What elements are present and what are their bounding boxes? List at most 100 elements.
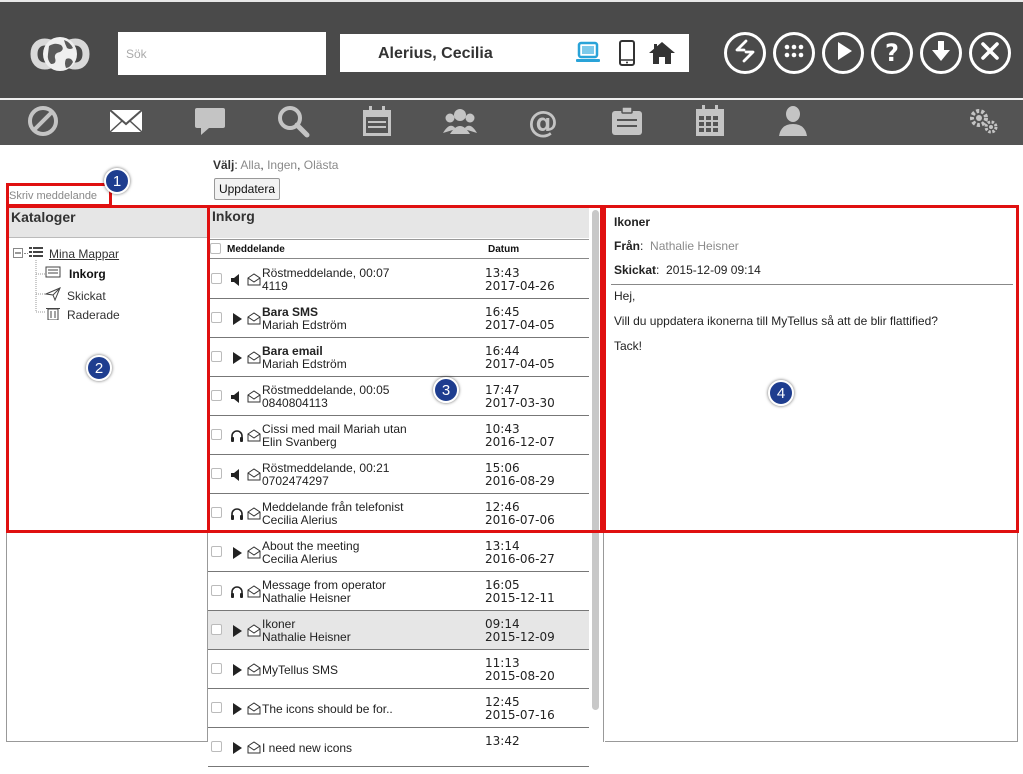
tree-root-label[interactable]: Mina Mappar — [49, 247, 119, 261]
block-button[interactable] — [25, 105, 61, 140]
desktop-icon[interactable] — [575, 40, 603, 66]
row-time: 16:05 — [485, 578, 520, 592]
close-button[interactable] — [969, 32, 1011, 74]
folder-sent[interactable]: Skickat — [44, 287, 106, 304]
help-button[interactable]: ? — [871, 32, 913, 74]
row-sender: 0840804113 — [262, 396, 328, 410]
download-button[interactable] — [920, 32, 962, 74]
row-time: 12:45 — [485, 695, 520, 709]
folder-inbox[interactable]: Inkorg — [45, 266, 106, 281]
settings-button[interactable] — [966, 106, 1002, 140]
calendar-button[interactable] — [359, 105, 395, 140]
row-checkbox[interactable] — [211, 624, 222, 635]
play-icon[interactable] — [230, 546, 244, 560]
headset-icon[interactable] — [230, 507, 244, 521]
row-time: 17:47 — [485, 383, 520, 397]
compose-message-link[interactable]: Skriv meddelande — [9, 190, 97, 202]
speaker-icon[interactable] — [230, 273, 244, 287]
message-row[interactable]: Cissi med mail Mariah utan Elin Svanberg 1… — [208, 416, 589, 455]
row-checkbox[interactable] — [211, 312, 222, 323]
folder-inbox-label[interactable]: Inkorg — [69, 267, 106, 281]
row-checkbox[interactable] — [211, 468, 222, 479]
column-message[interactable]: Meddelande — [227, 244, 285, 255]
row-date: 2017-04-05 — [485, 318, 555, 332]
inbox-icon — [45, 266, 61, 281]
message-row[interactable]: I need new icons 13:42 — [208, 728, 589, 767]
row-time: 13:43 — [485, 266, 520, 280]
envelope-icon — [247, 546, 261, 559]
clipboard-icon — [610, 105, 644, 142]
speaker-icon[interactable] — [230, 390, 244, 404]
message-row[interactable]: Bara email Mariah Edström 16:44 2017-04-05 — [208, 338, 589, 377]
message-row[interactable]: Meddelande från telefonist Cecilia Aleriu… — [208, 494, 589, 533]
row-checkbox[interactable] — [211, 585, 222, 596]
headset-icon[interactable] — [230, 429, 244, 443]
row-checkbox[interactable] — [211, 702, 222, 713]
annotation-marker-3: 3 — [433, 377, 459, 403]
collapse-icon[interactable] — [13, 247, 23, 261]
folder-sent-label[interactable]: Skickat — [67, 289, 106, 303]
row-checkbox[interactable] — [211, 273, 222, 284]
select-all-checkbox[interactable] — [210, 243, 221, 254]
schedule-button[interactable] — [692, 104, 728, 140]
select-all-link[interactable]: Alla — [240, 158, 260, 172]
row-sender: Mariah Edström — [262, 318, 347, 332]
message-row[interactable]: Röstmeddelande, 00:21 0702474297 15:06 2016… — [208, 455, 589, 494]
row-checkbox[interactable] — [211, 663, 222, 674]
at-button[interactable]: @ — [525, 106, 561, 140]
catalog-title: Kataloger — [7, 206, 207, 238]
message-row[interactable]: Bara SMS Mariah Edström 16:45 2017-04-05 — [208, 299, 589, 338]
mobile-icon[interactable] — [613, 40, 641, 66]
from-value[interactable]: Nathalie Heisner — [650, 239, 739, 253]
clipboard-button[interactable] — [609, 105, 645, 142]
switch-button[interactable] — [724, 32, 766, 74]
group-icon — [442, 106, 478, 141]
select-unread-link[interactable]: Olästa — [304, 158, 339, 172]
row-checkbox[interactable] — [211, 390, 222, 401]
message-row[interactable]: About the meeting Cecilia Alerius 13:14 201… — [208, 533, 589, 572]
column-date[interactable]: Datum — [488, 244, 519, 255]
inbox-pane: Inkorg Meddelande Datum Röstmeddelande, … — [208, 206, 601, 767]
mail-button[interactable] — [108, 106, 144, 140]
apps-button[interactable] — [773, 32, 815, 74]
play-icon[interactable] — [230, 351, 244, 365]
group-button[interactable] — [442, 106, 478, 140]
select-bar: Välj: Alla, Ingen, Olästa — [213, 158, 339, 172]
select-none-link[interactable]: Ingen — [267, 158, 297, 172]
user-button[interactable] — [775, 105, 811, 140]
headset-icon[interactable] — [230, 585, 244, 599]
row-checkbox[interactable] — [211, 546, 222, 557]
search-input[interactable] — [118, 32, 326, 75]
message-row[interactable]: Röstmeddelande, 00:05 0840804113 17:47 2017… — [208, 377, 589, 416]
row-checkbox[interactable] — [211, 507, 222, 518]
play-button[interactable] — [822, 32, 864, 74]
inbox-title: Inkorg — [208, 206, 589, 238]
chat-button[interactable] — [192, 106, 228, 140]
app-logo[interactable] — [20, 26, 100, 82]
play-icon[interactable] — [230, 624, 244, 638]
row-checkbox[interactable] — [211, 351, 222, 362]
home-icon[interactable] — [648, 40, 676, 66]
row-checkbox[interactable] — [211, 741, 222, 752]
row-checkbox[interactable] — [211, 429, 222, 440]
inbox-scrollbar[interactable] — [592, 210, 599, 710]
speaker-icon[interactable] — [230, 468, 244, 482]
search-icon — [276, 104, 310, 143]
message-row[interactable]: The icons should be for.. 12:45 2015-07-16 — [208, 689, 589, 728]
play-icon[interactable] — [230, 702, 244, 716]
row-time: 13:42 — [485, 734, 520, 748]
play-icon[interactable] — [230, 741, 244, 755]
play-icon[interactable] — [230, 312, 244, 326]
envelope-icon — [247, 273, 261, 286]
folder-deleted[interactable]: Raderade — [45, 306, 120, 323]
folder-deleted-label[interactable]: Raderade — [67, 308, 120, 322]
message-row[interactable]: Ikoner Nathalie Heisner 09:14 2015-12-09 — [208, 611, 589, 650]
update-button[interactable]: Uppdatera — [214, 178, 280, 200]
tree-root[interactable]: Mina Mappar — [13, 246, 119, 261]
search-button[interactable] — [275, 104, 311, 143]
message-row[interactable]: Röstmeddelande, 00:07 4119 13:43 2017-04-26 — [208, 260, 589, 299]
row-sender: Mariah Edström — [262, 357, 347, 371]
message-row[interactable]: Message from operator Nathalie Heisner 16:… — [208, 572, 589, 611]
message-row[interactable]: MyTellus SMS 11:13 2015-08-20 — [208, 650, 589, 689]
play-icon[interactable] — [230, 663, 244, 677]
